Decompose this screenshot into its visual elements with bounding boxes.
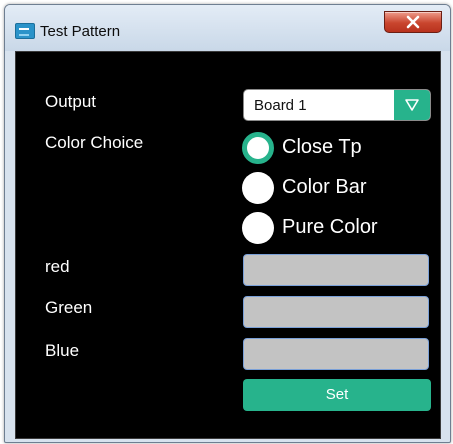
triangle-down-icon <box>405 99 419 111</box>
window-title: Test Pattern <box>40 23 121 40</box>
radio-pure-color[interactable]: Pure Color <box>242 212 432 246</box>
close-x-icon <box>406 15 420 29</box>
output-select-value: Board 1 <box>254 97 307 114</box>
radio-color-bar-label: Color Bar <box>282 176 367 198</box>
radio-button-checked[interactable] <box>242 132 274 164</box>
output-select[interactable]: Board 1 <box>243 89 431 121</box>
radio-color-bar[interactable]: Color Bar <box>242 172 432 206</box>
blue-input[interactable] <box>243 338 429 370</box>
red-input[interactable] <box>243 254 429 286</box>
radio-pure-color-label: Pure Color <box>282 216 378 238</box>
set-button[interactable]: Set <box>243 379 431 411</box>
radio-button[interactable] <box>242 172 274 204</box>
output-label: Output <box>45 92 97 111</box>
title-bar[interactable]: Test Pattern <box>5 5 450 51</box>
radio-close-tp[interactable]: Close Tp <box>242 132 432 166</box>
dialog-body: Output Board 1 Color Choice Close Tp Col… <box>15 51 441 439</box>
green-label: Green <box>45 298 93 317</box>
green-input[interactable] <box>243 296 429 328</box>
dropdown-button[interactable] <box>394 90 430 120</box>
close-button[interactable] <box>384 11 442 33</box>
radio-close-tp-label: Close Tp <box>282 136 362 158</box>
radio-button[interactable] <box>242 212 274 244</box>
app-icon <box>15 23 35 39</box>
blue-label: Blue <box>45 341 80 360</box>
color-choice-label: Color Choice <box>45 133 144 152</box>
test-pattern-dialog: Test Pattern Output Board 1 Color Choice… <box>4 4 451 443</box>
red-label: red <box>45 257 70 276</box>
